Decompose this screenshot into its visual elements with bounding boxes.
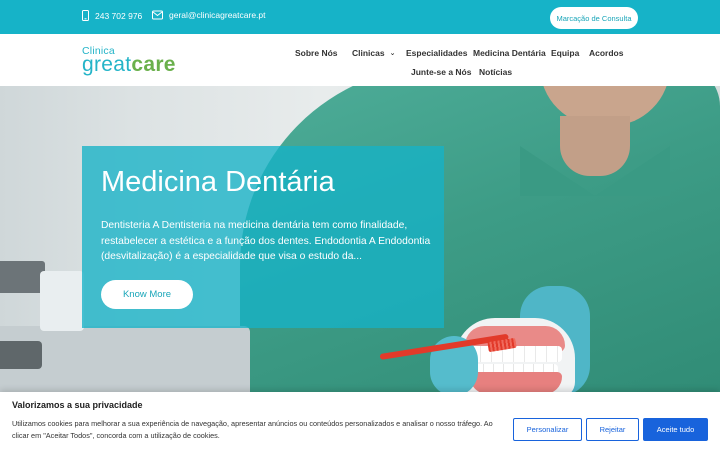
know-more-button[interactable]: Know More (101, 280, 193, 309)
nav-item-equipa[interactable]: Equipa (551, 48, 579, 58)
chevron-down-icon: ⌄ (389, 50, 396, 57)
hero-card: Medicina Dentária Dentisteria A Dentiste… (82, 146, 444, 328)
appointment-button[interactable]: Marcação de Consulta (550, 7, 638, 29)
hero-photo-teeth-top (470, 346, 562, 362)
cookie-customize-button[interactable]: Personalizar (513, 418, 582, 441)
hero-photo-model (40, 271, 84, 331)
hero-photo-tray (0, 341, 42, 369)
nav-item-noticias[interactable]: Notícias (479, 67, 512, 77)
nav-item-medicina-dentaria[interactable]: Medicina Dentária (473, 48, 546, 58)
nav-item-especialidades[interactable]: Especialidades (406, 48, 467, 58)
nav-item-junte-se[interactable]: Junte-se a Nós (411, 67, 471, 77)
logo-wordmark: greatcare (82, 54, 176, 75)
logo-care-text: care (131, 53, 176, 76)
hero-description: Dentisteria A Dentisteria na medicina de… (101, 220, 431, 262)
hero-photo-gum-bottom (470, 372, 562, 392)
top-contact-bar: 243 702 976 geral@clinicagreatcare.pt Ma… (0, 0, 720, 34)
site-header: Clinica greatcare Sobre Nós Clinicas ⌄ Es… (0, 34, 720, 86)
cookie-accept-button[interactable]: Aceite tudo (643, 418, 708, 441)
cookie-text: Utilizamos cookies para melhorar a sua e… (12, 419, 493, 440)
hero-photo-device (0, 261, 45, 293)
hero-photo-neck (560, 116, 630, 176)
logo-great-text: great (82, 53, 132, 76)
cookie-banner: Valorizamos a sua privacidade Utilizamos… (0, 392, 720, 450)
clinic-logo[interactable]: Clinica greatcare (82, 45, 175, 79)
phone-number: 243 702 976 (95, 10, 143, 21)
phone-icon (82, 10, 89, 21)
envelope-icon (152, 10, 163, 20)
email-contact[interactable]: geral@clinicagreatcare.pt (152, 10, 266, 20)
email-address: geral@clinicagreatcare.pt (169, 10, 266, 20)
hero-title: Medicina Dentária (101, 166, 335, 198)
nav-item-acordos[interactable]: Acordos (589, 48, 623, 58)
nav-item-clinicas-label: Clinicas (352, 48, 385, 58)
phone-contact[interactable]: 243 702 976 (82, 10, 142, 21)
hero-banner: Medicina Dentária Dentisteria A Dentiste… (0, 86, 720, 392)
cookie-title: Valorizamos a sua privacidade (12, 400, 143, 410)
nav-item-clinicas[interactable]: Clinicas ⌄ (352, 48, 395, 58)
nav-item-sobre-nos[interactable]: Sobre Nós (295, 48, 338, 58)
cookie-reject-button[interactable]: Rejeitar (586, 418, 639, 441)
